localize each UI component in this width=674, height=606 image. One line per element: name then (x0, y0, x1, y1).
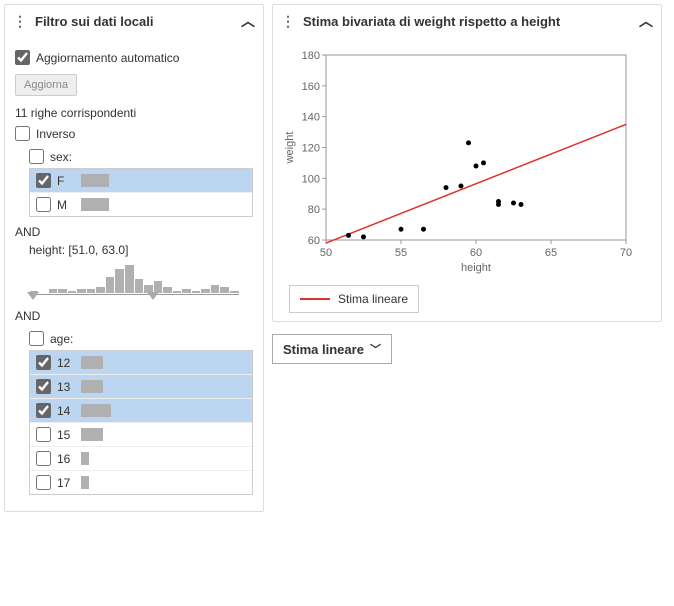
age-option-row[interactable]: 12 (30, 351, 252, 375)
age-option-label: 17 (57, 476, 81, 490)
collapse-icon[interactable]: ︿ (639, 11, 653, 31)
sex-option-bar (81, 198, 109, 211)
age-option-bar (81, 452, 89, 465)
filter-panel: ⋮ Filtro sui dati locali ︿ Aggiornamento… (4, 4, 264, 512)
fit-dropdown[interactable]: Stima lineare ﹀ (272, 334, 392, 364)
age-option-bar (81, 476, 89, 489)
svg-text:160: 160 (302, 81, 320, 93)
age-option-checkbox[interactable] (36, 427, 51, 442)
age-option-label: 16 (57, 452, 81, 466)
chart-panel-title: Stima bivariata di weight rispetto a hei… (303, 14, 560, 29)
chart-column: ⋮ Stima bivariata di weight rispetto a h… (272, 4, 662, 512)
age-option-bar (81, 404, 111, 417)
age-option-label: 13 (57, 380, 81, 394)
age-option-checkbox[interactable] (36, 355, 51, 370)
sex-option-row[interactable]: F (30, 169, 252, 193)
fit-dropdown-label: Stima lineare (283, 342, 364, 357)
age-option-label: 12 (57, 356, 81, 370)
svg-text:120: 120 (302, 143, 320, 155)
inverse-label: Inverso (36, 127, 75, 141)
svg-text:80: 80 (308, 204, 320, 216)
svg-text:100: 100 (302, 173, 320, 185)
age-option-checkbox[interactable] (36, 451, 51, 466)
height-range-label: height: [51.0, 63.0] (29, 243, 253, 257)
age-option-row[interactable]: 15 (30, 423, 252, 447)
age-options: 12 13 14 15 16 17 (29, 350, 253, 495)
svg-text:180: 180 (302, 50, 320, 62)
legend-line-icon (300, 298, 330, 300)
inverse-checkbox[interactable] (15, 126, 30, 141)
sex-option-checkbox[interactable] (36, 197, 51, 212)
age-option-label: 14 (57, 404, 81, 418)
age-filter-checkbox[interactable] (29, 331, 44, 346)
age-option-row[interactable]: 13 (30, 375, 252, 399)
age-option-label: 15 (57, 428, 81, 442)
age-option-row[interactable]: 16 (30, 447, 252, 471)
age-option-checkbox[interactable] (36, 379, 51, 394)
svg-text:60: 60 (470, 247, 482, 259)
drag-icon[interactable]: ⋮ (13, 13, 27, 30)
age-option-bar (81, 356, 103, 369)
chevron-down-icon: ﹀ (370, 341, 381, 357)
sex-option-label: F (57, 174, 81, 188)
chart-panel: ⋮ Stima bivariata di weight rispetto a h… (272, 4, 662, 322)
svg-text:140: 140 (302, 112, 320, 124)
svg-text:65: 65 (545, 247, 557, 259)
sex-option-label: M (57, 198, 81, 212)
age-option-row[interactable]: 14 (30, 399, 252, 423)
sex-option-bar (81, 174, 109, 187)
age-option-checkbox[interactable] (36, 475, 51, 490)
and-label-1: AND (15, 225, 253, 239)
legend-label: Stima lineare (338, 292, 408, 306)
svg-text:70: 70 (620, 247, 632, 259)
age-option-checkbox[interactable] (36, 403, 51, 418)
sex-option-row[interactable]: M (30, 193, 252, 216)
drag-icon[interactable]: ⋮ (281, 13, 295, 30)
age-filter-label: age: (50, 332, 73, 346)
match-count-text: 11 righe corrispondenti (15, 106, 253, 120)
height-histogram[interactable] (29, 261, 239, 301)
sex-options: FM (29, 168, 253, 217)
legend: Stima lineare (289, 285, 419, 313)
auto-update-label: Aggiornamento automatico (36, 51, 179, 65)
collapse-icon[interactable]: ︿ (241, 11, 255, 31)
age-option-bar (81, 428, 103, 441)
and-label-2: AND (15, 309, 253, 323)
refresh-button[interactable]: Aggiorna (15, 74, 77, 96)
auto-update-checkbox[interactable] (15, 50, 30, 65)
svg-text:height: height (461, 262, 491, 274)
age-option-row[interactable]: 17 (30, 471, 252, 494)
svg-text:50: 50 (320, 247, 332, 259)
svg-text:55: 55 (395, 247, 407, 259)
chart-panel-header[interactable]: ⋮ Stima bivariata di weight rispetto a h… (273, 5, 661, 37)
svg-text:weight: weight (284, 132, 296, 165)
sex-filter-label: sex: (50, 150, 72, 164)
sex-filter-checkbox[interactable] (29, 149, 44, 164)
filter-panel-title: Filtro sui dati locali (35, 14, 153, 29)
age-option-bar (81, 380, 103, 393)
svg-text:60: 60 (308, 235, 320, 247)
sex-option-checkbox[interactable] (36, 173, 51, 188)
scatter-plot[interactable]: 60 80 100 120 140 160 180 50 55 60 65 70 height weigh… (281, 45, 641, 275)
filter-panel-header[interactable]: ⋮ Filtro sui dati locali ︿ (5, 5, 263, 37)
